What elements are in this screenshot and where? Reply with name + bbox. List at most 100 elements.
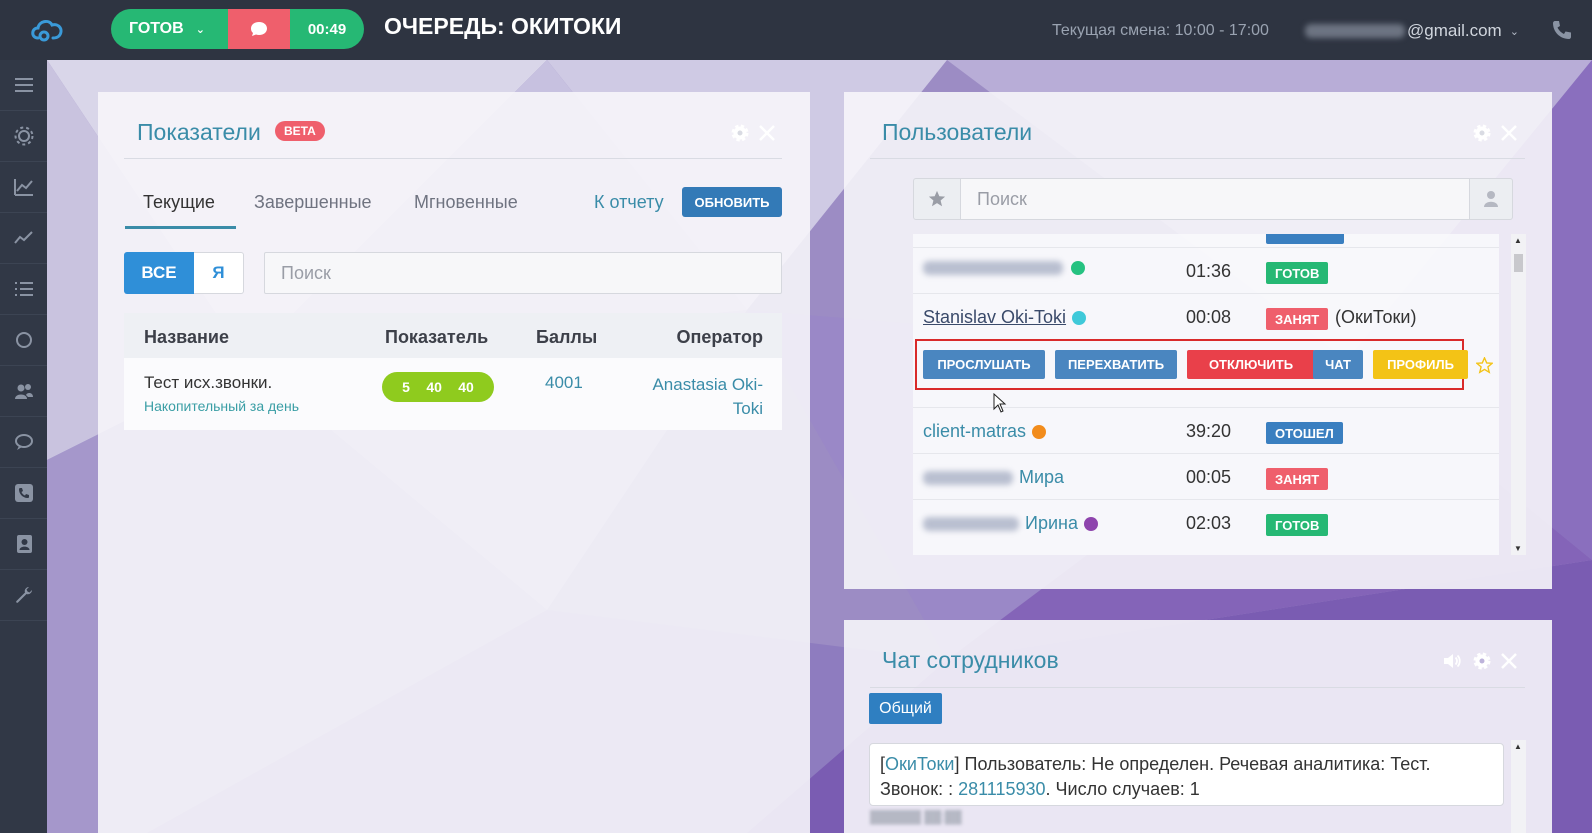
sidebar-item-status[interactable]	[0, 315, 47, 366]
list-item[interactable]	[913, 234, 1499, 248]
presence-dot	[1083, 516, 1098, 531]
close-icon[interactable]	[757, 123, 777, 143]
close-icon[interactable]	[1499, 123, 1519, 143]
chat-tab-general[interactable]: Общий	[869, 693, 942, 724]
tab-current[interactable]: Текущие	[143, 192, 215, 213]
status-timer: 00:49	[290, 9, 364, 49]
wrench-icon	[15, 587, 32, 603]
sidebar-item-trends[interactable]	[0, 213, 47, 264]
report-link[interactable]: К отчету	[594, 192, 664, 213]
column-score: Баллы	[536, 327, 598, 347]
account-menu[interactable]: @gmail.com ⌄	[1305, 21, 1519, 41]
user-time: 39:20	[1186, 421, 1232, 441]
user-name[interactable]: Мира	[923, 467, 1064, 488]
sidebar-item-tools[interactable]	[0, 570, 47, 621]
user-name-text: Ирина	[1025, 513, 1078, 533]
user-name[interactable]: Ирина	[923, 513, 1098, 534]
presence-dot	[1072, 310, 1087, 325]
tab-instant[interactable]: Мгновенные	[414, 192, 518, 213]
gear-icon[interactable]	[730, 123, 750, 143]
scroll-up-arrow-icon[interactable]: ▲	[1514, 236, 1522, 245]
metric-score[interactable]: 4001	[545, 373, 583, 393]
sidebar-item-charts[interactable]	[0, 162, 47, 213]
close-icon[interactable]	[1499, 651, 1519, 671]
filter-me-button[interactable]: Я	[194, 252, 244, 294]
metrics-search-input[interactable]: Поиск	[264, 252, 782, 294]
metrics-title-divider	[124, 158, 782, 159]
presence-dot	[1071, 261, 1085, 275]
chat-title-divider	[870, 687, 1525, 688]
sidebar-menu-toggle[interactable]	[0, 60, 47, 111]
list-icon	[14, 282, 33, 296]
chat-message-line-1: [ОкиТоки] Пользователь: Не определен. Ре…	[880, 754, 1431, 774]
status-badge: ГОТОВ	[1266, 514, 1329, 536]
scroll-down-arrow-icon[interactable]: ▼	[1514, 544, 1522, 553]
sidebar-item-settings[interactable]	[0, 111, 47, 162]
favorites-filter-button[interactable]	[913, 178, 961, 220]
user-time: 02:03	[1186, 513, 1232, 533]
queue-link[interactable]: ОкиТоки	[885, 754, 954, 774]
users-scrollbar[interactable]: ▲ ▼	[1511, 234, 1526, 555]
user-name[interactable]: client-matras	[923, 421, 1047, 442]
status-badge: ЗАНЯТ	[1266, 308, 1329, 330]
metric-value: 40	[426, 379, 442, 395]
user-name[interactable]: Stanislav Oki-Toki	[923, 307, 1087, 328]
list-item[interactable]: Ирина 02:03 ГОТОВ	[913, 500, 1499, 555]
table-row[interactable]: Тест исх.звонки. Накопительный за день 5…	[124, 358, 782, 430]
email-domain: @gmail.com	[1407, 21, 1502, 40]
filter-all-button[interactable]: ВСЕ	[124, 252, 194, 294]
user-filter-button[interactable]	[1469, 178, 1513, 220]
call-link[interactable]: 281115930	[958, 779, 1045, 799]
star-icon	[928, 190, 946, 207]
favorite-star-icon[interactable]	[1476, 357, 1493, 374]
metric-values-pill: 5 40 40	[382, 372, 494, 402]
sidebar-item-list[interactable]	[0, 264, 47, 315]
gear-icon[interactable]	[1472, 123, 1492, 143]
chat-message-line-2: Звонок: : 281115930. Число случаев: 1	[880, 777, 1493, 802]
user-name[interactable]	[923, 261, 1085, 275]
sidebar-item-calls[interactable]	[0, 468, 47, 519]
tab-completed[interactable]: Завершенные	[254, 192, 372, 213]
list-item[interactable]: 01:36 ГОТОВ	[913, 248, 1499, 294]
list-item[interactable]: Stanislav Oki-Toki 00:08 ЗАНЯТ (ОкиТоки)	[913, 294, 1499, 342]
chevron-down-icon: ⌄	[195, 23, 205, 36]
gear-icon[interactable]	[1472, 651, 1492, 671]
chat-icon	[14, 434, 33, 450]
top-bar: ГОТОВ ⌄ 00:49 ОЧЕРЕДЬ: ОКИТОКИ Текущая с…	[0, 0, 1592, 60]
listen-button[interactable]: ПРОСЛУШАТЬ	[923, 350, 1045, 379]
list-item[interactable]: client-matras 39:20 ОТОШЕЛ	[913, 408, 1499, 454]
logo-cloud-icon[interactable]	[28, 14, 68, 44]
sidebar-item-contacts[interactable]	[0, 519, 47, 570]
intercept-button[interactable]: ПЕРЕХВАТИТЬ	[1055, 350, 1177, 379]
column-name: Название	[144, 327, 229, 347]
status-dropdown[interactable]: ГОТОВ ⌄	[111, 9, 228, 49]
user-queue: (ОкиТоки)	[1335, 307, 1417, 327]
users-search-input[interactable]: Поиск	[960, 178, 1470, 220]
chat-button[interactable]: ЧАТ	[1313, 350, 1363, 379]
speaker-icon[interactable]	[1442, 651, 1462, 671]
users-icon	[14, 384, 33, 399]
agent-status-group: ГОТОВ ⌄ 00:49	[111, 9, 364, 49]
menu-icon	[14, 78, 33, 92]
beta-badge: BETA	[275, 121, 325, 141]
chat-toggle-button[interactable]	[228, 9, 290, 49]
sidebar-item-users[interactable]	[0, 366, 47, 417]
sidebar	[0, 60, 47, 833]
users-panel-title: Пользователи	[882, 119, 1033, 145]
refresh-button[interactable]: ОБНОВИТЬ	[682, 187, 782, 217]
sidebar-item-chat[interactable]	[0, 417, 47, 468]
list-item[interactable]: Мира 00:05 ЗАНЯТ	[913, 454, 1499, 500]
scroll-up-arrow-icon[interactable]: ▲	[1514, 742, 1522, 751]
phone-icon[interactable]	[1550, 18, 1574, 42]
scroll-thumb[interactable]	[1514, 254, 1523, 272]
redacted-name	[923, 470, 1013, 485]
metrics-table-header: Название Показатель Баллы Оператор	[124, 313, 782, 358]
status-badge: ОТОШЕЛ	[1266, 422, 1343, 444]
metric-operator[interactable]: Anastasia Oki-Toki	[633, 373, 763, 421]
presence-dot	[1032, 424, 1047, 439]
profile-button[interactable]: ПРОФИЛЬ	[1373, 350, 1468, 379]
disconnect-button[interactable]: ОТКЛЮЧИТЬ	[1187, 350, 1315, 379]
settings-icon	[14, 126, 33, 146]
chat-scrollbar[interactable]: ▲	[1511, 740, 1526, 833]
active-tab-indicator	[125, 226, 236, 229]
